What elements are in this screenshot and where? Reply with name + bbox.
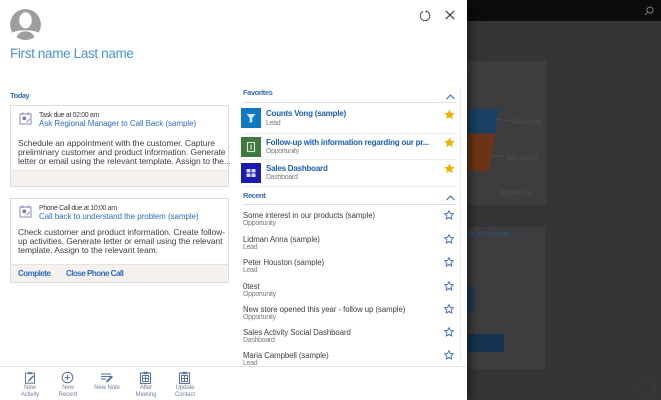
svg-text:$20,000.00: $20,000.00 — [501, 191, 532, 197]
svg-text:$45,000.00: $45,000.00 — [507, 156, 538, 162]
svg-text:$15,000.00: $15,000.00 — [511, 120, 542, 126]
